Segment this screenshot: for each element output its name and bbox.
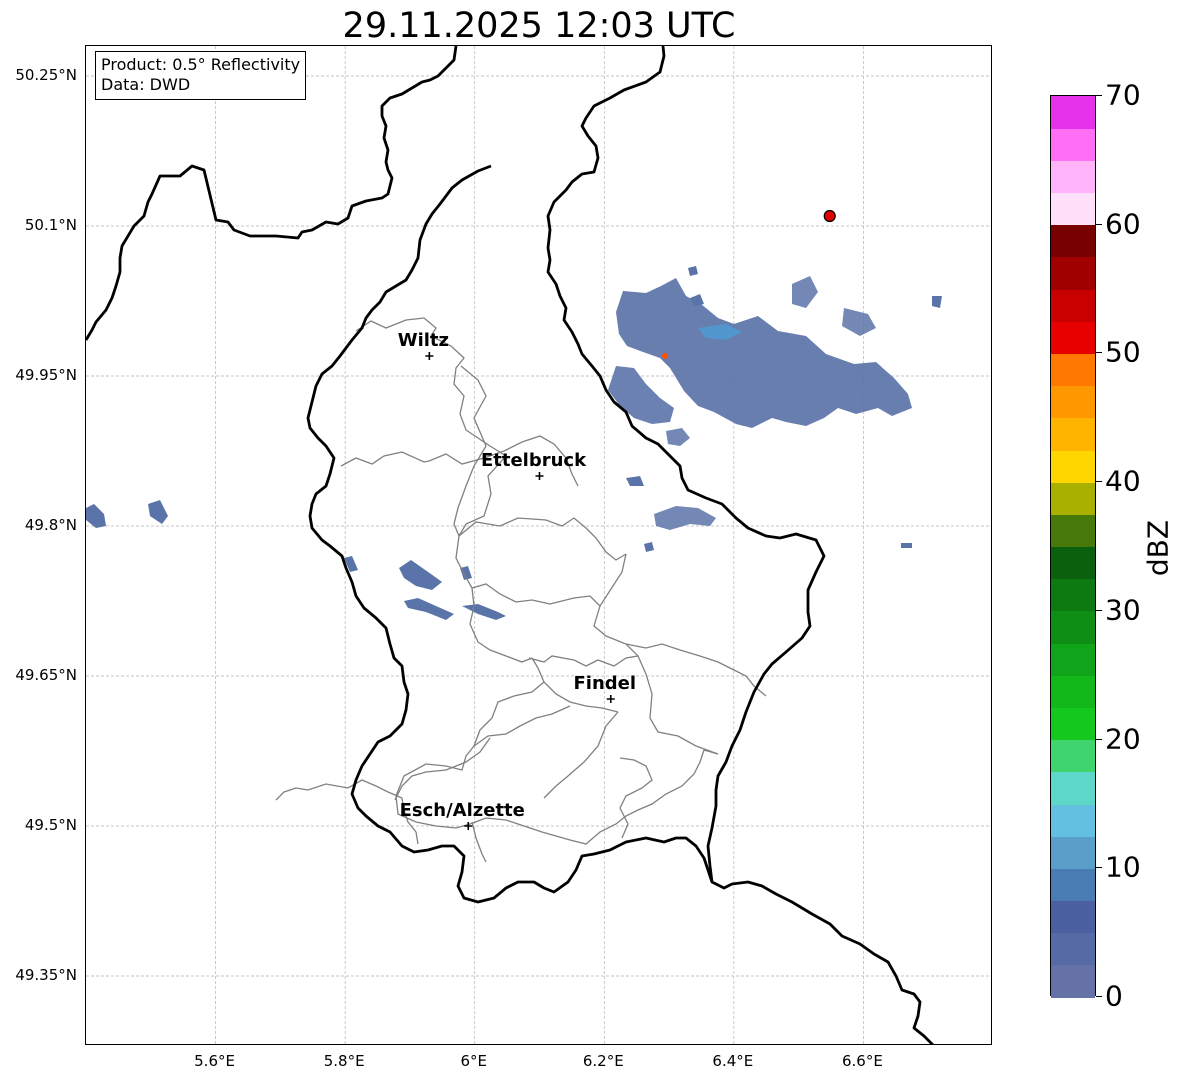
colorbar-segment [1051,128,1095,161]
colorbar-segment [1051,546,1095,580]
colorbar-segment [1051,771,1095,805]
city-marker: Esch/Alzette [400,800,525,830]
colorbar-segment [1051,739,1095,773]
echo-hotspot [662,353,668,359]
product-label: Product: 0.5° Reflectivity [101,55,301,74]
lon-tick-label: 6.6°E [842,1052,883,1070]
colorbar-segment [1051,482,1095,515]
echo-small-6 [688,266,698,276]
colorbar-segment [1051,707,1095,741]
colorbar-segment [1051,900,1095,934]
colorbar-segment [1051,192,1095,226]
colorbar-tick-label: 10 [1105,850,1141,884]
colorbar-unit-label: dBZ [1141,519,1175,577]
colorbar-segment [1051,610,1095,644]
colorbar-segment [1051,353,1095,387]
colorbar-tick-label: 30 [1105,593,1141,627]
city-marker: Wiltz [398,330,449,360]
colorbar-segment [1051,96,1095,129]
echo-band-southeast [654,506,716,530]
colorbar-tick-mark [1096,867,1102,869]
colorbar-tick-mark [1096,95,1102,96]
colorbar-tick-label: 40 [1105,464,1141,498]
city-label: Ettelbruck [481,450,587,471]
colorbar-tick-mark [1096,481,1102,483]
city-markers: Wiltz Ettelbruck Findel Esch/Alzette [398,209,836,830]
lat-tick-label: 50.1°N [24,216,77,234]
colorbar-segment [1051,514,1095,548]
colorbar-tick-mark [1096,223,1102,225]
echo-small-8 [644,542,654,552]
lon-tick-label: 5.6°E [194,1052,235,1070]
city-label: Findel [573,673,636,694]
colorbar [1050,95,1096,998]
echo-small-7 [932,296,942,308]
city-cross-icon [535,472,544,480]
colorbar-segment [1051,868,1095,902]
echo-band-west-2 [404,598,454,620]
colorbar-segment [1051,289,1095,322]
colorbar-segment [1051,964,1095,998]
echo-cluster-northeast [792,276,818,308]
echo-cluster-far-east [842,308,876,336]
lat-tick-label: 50.25°N [15,66,77,84]
echo-small-3 [626,476,644,486]
graticule [86,46,991,1044]
colorbar-tick-mark [1096,609,1102,611]
lat-tick-label: 49.95°N [15,366,77,384]
map-title: 29.11.2025 12:03 UTC [342,6,736,46]
lon-tick-label: 5.8°E [323,1052,365,1070]
lon-tick-label: 6°E [460,1052,487,1070]
colorbar-segment [1051,385,1095,419]
echo-small-4 [901,543,912,548]
colorbar-segment [1051,256,1095,290]
colorbar-segment [1051,224,1095,258]
colorbar-tick-label: 50 [1105,335,1141,369]
colorbar-tick-label: 0 [1105,979,1123,1013]
lat-tick-label: 49.65°N [15,666,77,684]
lat-tick-label: 49.35°N [15,966,77,984]
colorbar-segment [1051,643,1095,676]
city-cross-icon [606,695,615,703]
colorbar-segment [1051,836,1095,869]
colorbar-tick-mark [1096,738,1102,740]
echo-cluster-lower [666,428,690,446]
colorbar-tick-mark [1096,352,1102,354]
lat-tick-label: 49.5°N [24,816,77,834]
colorbar-tick-label: 70 [1105,78,1141,112]
echo-band-west-3 [462,604,506,620]
echo-cluster-south [608,366,674,424]
colorbar-segment [1051,449,1095,483]
colorbar-tick-label: 60 [1105,207,1141,241]
data-source-label: Data: DWD [101,75,191,94]
radar-site-marker [823,209,836,223]
colorbar-tick-label: 20 [1105,722,1141,756]
echo-band-west-1 [399,560,442,590]
colorbar-tick-mark [1096,996,1102,997]
echo-streak-far-west-2 [148,500,168,524]
lon-tick-label: 6.4°E [712,1052,754,1070]
colorbar-segment [1051,675,1095,708]
colorbar-segment [1051,160,1095,194]
echo-streak-far-west-1 [86,504,106,528]
lat-tick-label: 49.8°N [24,516,77,534]
radar-echoes [86,266,942,620]
map-canvas: Wiltz Ettelbruck Findel Esch/Alzette [86,46,991,1044]
product-info-box: Product: 0.5° Reflectivity Data: DWD [95,51,307,100]
colorbar-segment [1051,803,1095,837]
map-panel[interactable]: Wiltz Ettelbruck Findel Esch/Alzette [85,45,992,1045]
city-marker: Ettelbruck [481,450,587,480]
city-marker: Findel [573,673,636,703]
city-cross-icon [425,352,434,360]
colorbar-segment [1051,321,1095,355]
city-label: Wiltz [398,330,449,351]
lon-tick-label: 6.2°E [582,1052,624,1070]
colorbar-segment [1051,417,1095,451]
colorbar-segment [1051,932,1095,966]
colorbar-segment [1051,578,1095,612]
country-borders [86,46,934,1044]
city-label: Esch/Alzette [400,800,525,821]
